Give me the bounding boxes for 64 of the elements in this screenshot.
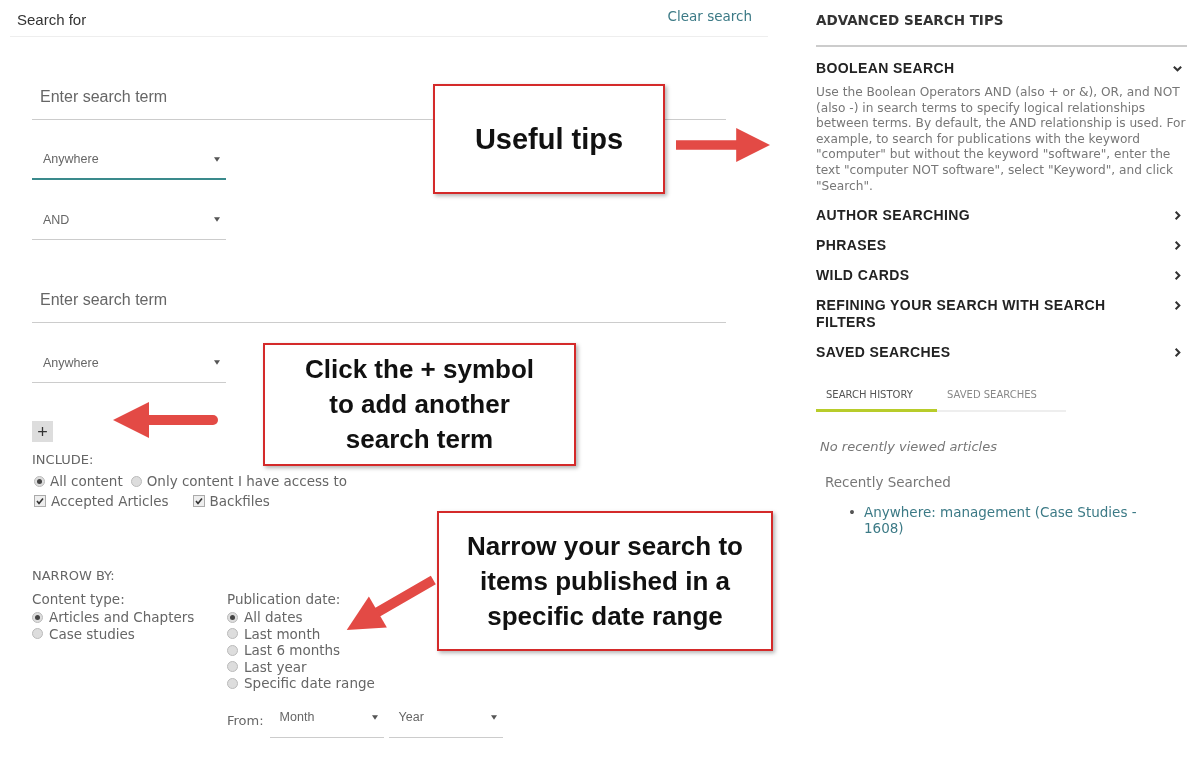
radio-button[interactable] [227, 677, 238, 689]
field-dropdown[interactable]: Anywhere [32, 351, 226, 383]
search-for-label: Search for [17, 10, 87, 28]
from-label: From: [227, 712, 264, 728]
date-dropdown[interactable]: Month [269, 705, 384, 738]
group-label: Content type: [32, 591, 125, 607]
radio-label[interactable]: Articles and Chapters [49, 609, 195, 626]
chevron-icon [1172, 210, 1183, 222]
tips-section-header[interactable]: PHRASES [816, 237, 1187, 255]
date-dropdown[interactable]: Year [388, 705, 503, 738]
bullet: • [848, 504, 856, 523]
field-dropdown[interactable]: AND [32, 208, 226, 240]
callout-box: Click the + symbol to add another search term [263, 343, 576, 466]
tips-section-header[interactable]: REFINING YOUR SEARCH WITH SEARCH FILTERS [816, 297, 1187, 332]
chevron-icon [1172, 240, 1183, 252]
arrow-icon [676, 126, 770, 164]
radio-button[interactable] [227, 644, 238, 656]
radio-label[interactable]: Case studies [49, 625, 135, 642]
radio-label[interactable]: Specific date range [244, 675, 375, 692]
checkbox-label[interactable]: Backfiles [209, 493, 270, 509]
checkbox[interactable] [34, 495, 46, 507]
caret-icon [214, 360, 220, 365]
chevron-icon [1172, 300, 1183, 312]
caret-icon [371, 714, 378, 720]
recently-searched-label: Recently Searched [824, 474, 952, 491]
tips-title: ADVANCED SEARCH TIPS [816, 0, 1187, 47]
tips-section-text: Use the Boolean Operators AND (also + or &), OR, and NOT (also -) in search terms to specify logical relationships between terms. By default, the AND relationship is used. For example, to search for publications with the keyword "computer" but without the keyword "software", enter the text "computer NOT software", select "Keyword", and click "Search". [816, 85, 1187, 195]
radio-button[interactable] [32, 628, 43, 640]
tips-section-header[interactable]: BOOLEAN SEARCH [816, 60, 1187, 77]
radio-label[interactable]: All content [50, 473, 123, 489]
history-tab[interactable]: SEARCH HISTORY [816, 389, 937, 413]
radio-button[interactable] [227, 611, 238, 623]
radio-button[interactable] [34, 475, 45, 487]
caret-icon [214, 217, 220, 222]
clear-search-link[interactable]: Clear search [667, 8, 752, 24]
radio-label[interactable]: Last year [244, 658, 307, 675]
radio-label[interactable]: Last month [244, 625, 321, 642]
checkbox-label[interactable]: Accepted Articles [51, 493, 169, 509]
radio-label[interactable]: Only content I have access to [146, 473, 347, 489]
radio-label[interactable]: All dates [244, 609, 303, 626]
chevron-icon [1172, 63, 1183, 74]
history-tab[interactable]: SAVED SEARCHES [937, 389, 1047, 413]
chevron-icon [1172, 347, 1183, 359]
radio-button[interactable] [227, 628, 238, 640]
group-label: Publication date: [227, 591, 341, 607]
radio-button[interactable] [227, 661, 238, 673]
radio-button[interactable] [32, 611, 43, 623]
narrow-by-label: NARROW BY: [32, 568, 115, 583]
recent-search-link[interactable]: Anywhere: management (Case Studies - 1608) [863, 504, 1158, 537]
caret-icon [490, 714, 497, 720]
empty-note: No recently viewed articles [819, 439, 998, 455]
chevron-icon [1172, 270, 1183, 282]
checkbox[interactable] [192, 495, 205, 507]
caret-icon [214, 156, 220, 162]
field-dropdown[interactable]: Anywhere [32, 148, 226, 180]
callout-box: Narrow your search to items published in a specific date range [437, 511, 773, 651]
radio-button[interactable] [130, 475, 142, 487]
add-term-button[interactable]: + [32, 421, 53, 442]
callout-box: Useful tips [433, 84, 665, 194]
tips-section-header[interactable]: WILD CARDS [816, 267, 1187, 285]
tips-section-header[interactable]: SAVED SEARCHES [816, 344, 1187, 362]
radio-label[interactable]: Last 6 months [244, 642, 341, 659]
include-label: INCLUDE: [32, 452, 94, 467]
tips-section-header[interactable]: AUTHOR SEARCHING [816, 207, 1187, 225]
